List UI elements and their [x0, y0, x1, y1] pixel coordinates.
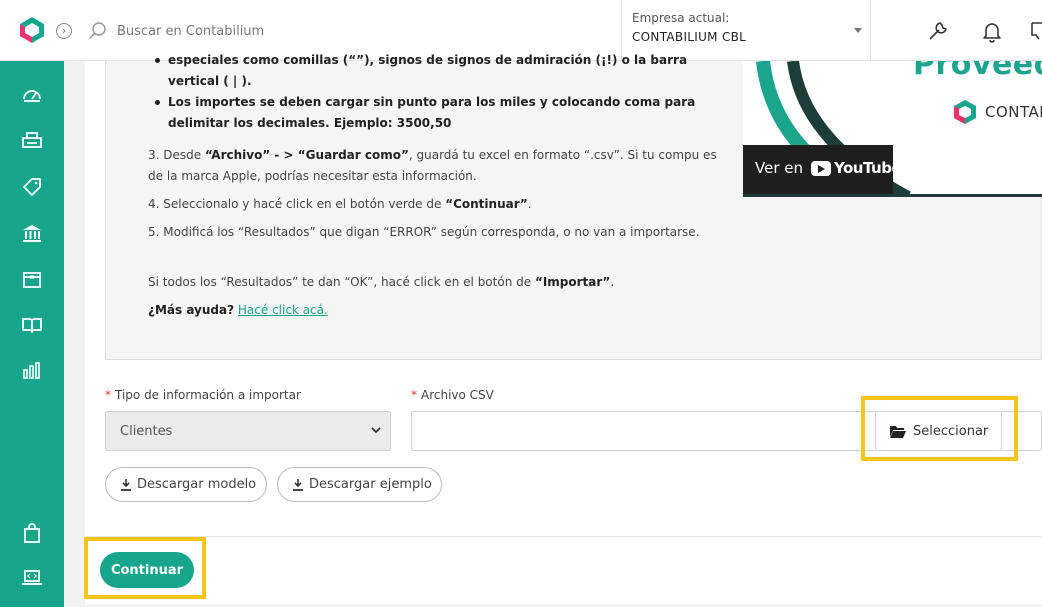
divider: [85, 536, 1042, 537]
video-title: Proveedo: [913, 61, 1042, 82]
main-content: especiales como comillas (“”), signos de…: [84, 53, 1042, 604]
chevron-down-icon: [371, 427, 381, 434]
wrench-icon[interactable]: [926, 19, 950, 43]
chevron-down-icon: [854, 28, 862, 33]
youtube-icon: [811, 161, 831, 176]
tag-icon[interactable]: [21, 176, 43, 198]
step-4: 4. Seleccionalo y hacé click en el botón…: [148, 197, 532, 211]
step-3: 3. Desde “Archivo” - > “Guardar como”, g…: [148, 148, 717, 183]
contabilium-logo[interactable]: [18, 16, 46, 44]
dashboard-icon[interactable]: [21, 84, 43, 106]
search-icon: [88, 22, 106, 40]
csv-label: * Archivo CSV: [411, 388, 494, 402]
watch-label: Ver en: [755, 159, 803, 177]
download-icon: [121, 479, 131, 491]
final-note: Si todos los “Resultados” te dan “OK”, h…: [148, 275, 615, 289]
highlight-select-button: [861, 396, 1018, 461]
list-item: Los importes se deben cargar sin punto p…: [155, 92, 708, 134]
bell-icon[interactable]: [980, 19, 1004, 43]
box-icon[interactable]: [21, 268, 43, 290]
watch-on-youtube-button[interactable]: Ver en YouTube: [743, 145, 902, 194]
step-5: 5. Modificá los “Resultados” que digan “…: [148, 225, 700, 239]
bank-icon[interactable]: [21, 222, 43, 244]
video-brand: CONTABILI: [985, 103, 1042, 121]
download-model-button[interactable]: Descargar modelo: [105, 467, 267, 502]
company-label: Empresa actual:: [632, 11, 730, 25]
download-example-button[interactable]: Descargar ejemplo: [277, 467, 442, 502]
type-label: * Tipo de información a importar: [105, 388, 301, 402]
sidebar-toggle-icon[interactable]: ›: [56, 23, 72, 39]
list-item: especiales como comillas (“”), signos de…: [155, 50, 708, 92]
laptop-code-icon[interactable]: [21, 567, 43, 589]
book-icon[interactable]: [21, 314, 43, 336]
search-input[interactable]: [117, 19, 597, 43]
help-link[interactable]: Hacé click acá.: [238, 303, 328, 317]
import-type-select[interactable]: Clientes: [105, 411, 391, 451]
video-embed[interactable]: Proveedo CONTABILI Ver en YouTube: [743, 61, 1042, 197]
message-icon[interactable]: [1030, 19, 1042, 43]
help-line: ¿Más ayuda? Hacé click acá.: [148, 303, 328, 317]
company-value: CONTABILIUM CBL: [632, 30, 747, 44]
sidebar: [0, 61, 64, 607]
download-icon: [293, 479, 303, 491]
shopping-bag-icon[interactable]: [21, 522, 43, 544]
youtube-wordmark: YouTube: [834, 159, 902, 177]
printer-icon[interactable]: [21, 130, 43, 152]
highlight-continue-button: [84, 537, 206, 599]
contabilium-logo: [954, 100, 976, 124]
instructions-panel: especiales como comillas (“”), signos de…: [105, 53, 1042, 360]
chart-icon[interactable]: [21, 360, 43, 382]
